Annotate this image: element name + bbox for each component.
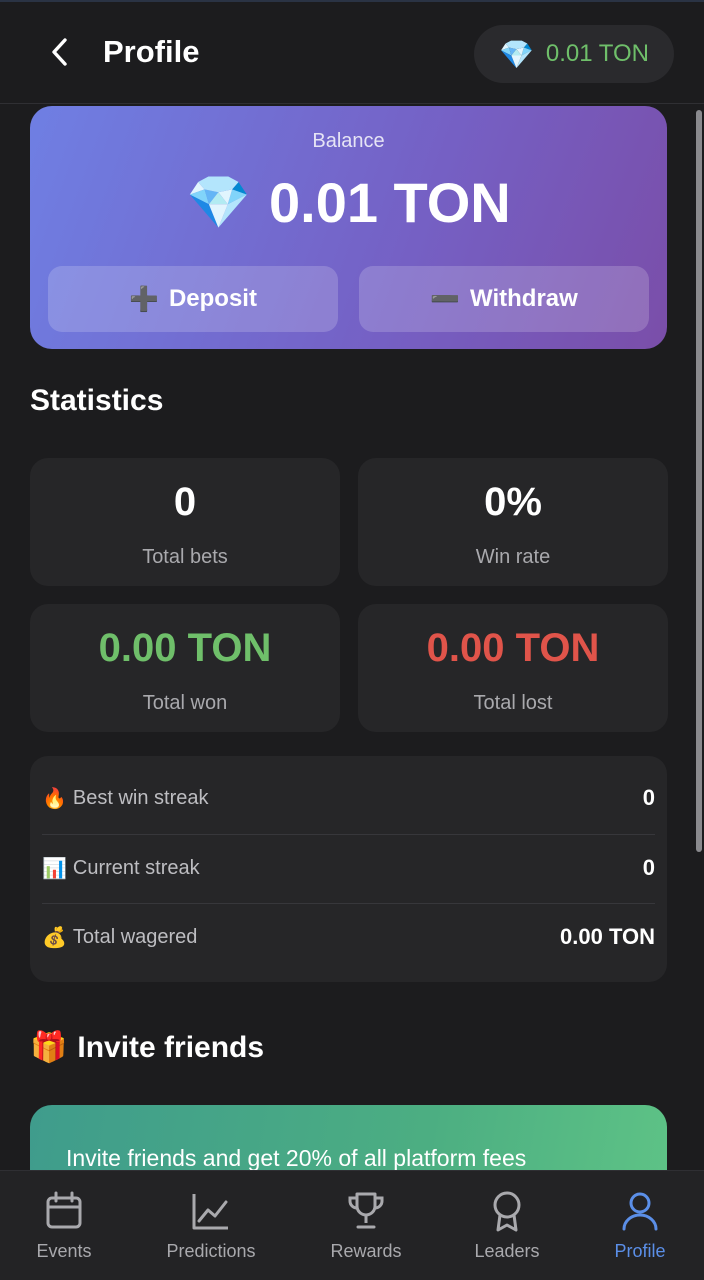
list-item-label: Current streak: [72, 856, 200, 879]
invite-card[interactable]: Invite friends and get 20% of all platfo…: [30, 1105, 667, 1170]
stat-card-total-bets: 0 Total bets: [30, 458, 340, 586]
list-item: 🔥 Best win streak 0: [42, 764, 655, 832]
invite-title-row: 🎁 Invite friends: [30, 1030, 264, 1065]
diamond-icon: 💎: [186, 174, 251, 232]
nav-item-predictions[interactable]: Predictions: [141, 1171, 281, 1280]
nav-label: Rewards: [330, 1241, 402, 1261]
plus-icon: ➕: [129, 285, 159, 313]
stat-label: Total lost: [473, 692, 553, 714]
deposit-label: Deposit: [168, 285, 257, 312]
medal-icon: [493, 1191, 521, 1232]
list-item-label: Best win streak: [72, 786, 209, 809]
list-item-value: 0: [642, 855, 655, 880]
stat-card-total-won: 0.00 TON Total won: [30, 604, 340, 732]
calendar-icon: [46, 1191, 82, 1229]
nav-item-leaders[interactable]: Leaders: [437, 1171, 577, 1280]
balance-card: Balance 💎 0.01 TON ➕ Deposit ➖ Withdraw: [30, 106, 667, 349]
nav-label: Profile: [614, 1241, 666, 1261]
list-item-value: 0.00 TON: [560, 924, 655, 949]
stat-card-total-lost: 0.00 TON Total lost: [358, 604, 668, 732]
withdraw-label: Withdraw: [470, 285, 578, 312]
bar-chart-icon: 📊: [42, 857, 67, 880]
stat-value: 0: [173, 480, 197, 524]
stat-value: 0.00 TON: [426, 626, 600, 670]
list-item: 💰 Total wagered 0.00 TON: [42, 903, 655, 971]
fire-icon: 🔥: [42, 787, 67, 810]
nav-label: Predictions: [166, 1241, 256, 1261]
balance-label: Balance: [312, 130, 385, 152]
page-title: Profile: [103, 34, 200, 69]
money-bag-icon: 💰: [42, 926, 67, 949]
stat-label: Total won: [142, 692, 228, 714]
stat-value: 0%: [484, 480, 542, 524]
back-button[interactable]: [40, 32, 80, 72]
scrollbar-thumb[interactable]: [696, 110, 702, 852]
user-icon: [622, 1192, 658, 1231]
bottom-nav: Events Predictions Rewards Leaders Profi…: [0, 1170, 704, 1280]
list-item-value: 0: [642, 785, 655, 810]
invite-title: Invite friends: [77, 1030, 265, 1064]
scrollbar[interactable]: [694, 110, 704, 852]
stat-value: 0.00 TON: [98, 626, 272, 670]
balance-value: 0.01 TON: [269, 171, 511, 234]
invite-text: Invite friends and get 20% of all platfo…: [66, 1145, 527, 1170]
deposit-button[interactable]: ➕ Deposit: [48, 266, 338, 332]
profile-content[interactable]: Balance 💎 0.01 TON ➕ Deposit ➖ Withdraw …: [0, 104, 704, 1170]
minus-icon: ➖: [430, 285, 461, 313]
header-balance-value: 0.01 TON: [545, 40, 650, 67]
list-item: 📊 Current streak 0: [42, 834, 655, 902]
list-item-label-wrap: 💰 Total wagered: [42, 925, 197, 950]
list-item-label: Total wagered: [72, 925, 198, 948]
balance-value-row: 💎 0.01 TON: [30, 170, 667, 235]
nav-item-events[interactable]: Events: [0, 1171, 134, 1280]
top-bar: Profile 💎 0.01 TON: [0, 2, 704, 104]
trophy-icon: [348, 1192, 384, 1229]
streak-list: 🔥 Best win streak 0 📊 Current streak 0 💰…: [30, 756, 667, 982]
diamond-icon: 💎: [498, 38, 534, 70]
nav-item-profile[interactable]: Profile: [570, 1171, 704, 1280]
chevron-left-icon: [52, 38, 67, 66]
withdraw-button[interactable]: ➖ Withdraw: [359, 266, 649, 332]
nav-item-rewards[interactable]: Rewards: [296, 1171, 436, 1280]
line-chart-icon: [192, 1194, 228, 1230]
header-balance-pill[interactable]: 💎 0.01 TON: [474, 25, 674, 83]
statistics-title: Statistics: [30, 384, 164, 417]
nav-label: Leaders: [474, 1241, 540, 1261]
list-item-label-wrap: 📊 Current streak: [42, 856, 200, 881]
stat-card-win-rate: 0% Win rate: [358, 458, 668, 586]
nav-label: Events: [36, 1241, 92, 1261]
stat-label: Win rate: [475, 546, 551, 568]
list-item-label-wrap: 🔥 Best win streak: [42, 786, 209, 811]
gift-icon: 🎁: [30, 1031, 68, 1064]
stat-label: Total bets: [142, 546, 228, 568]
